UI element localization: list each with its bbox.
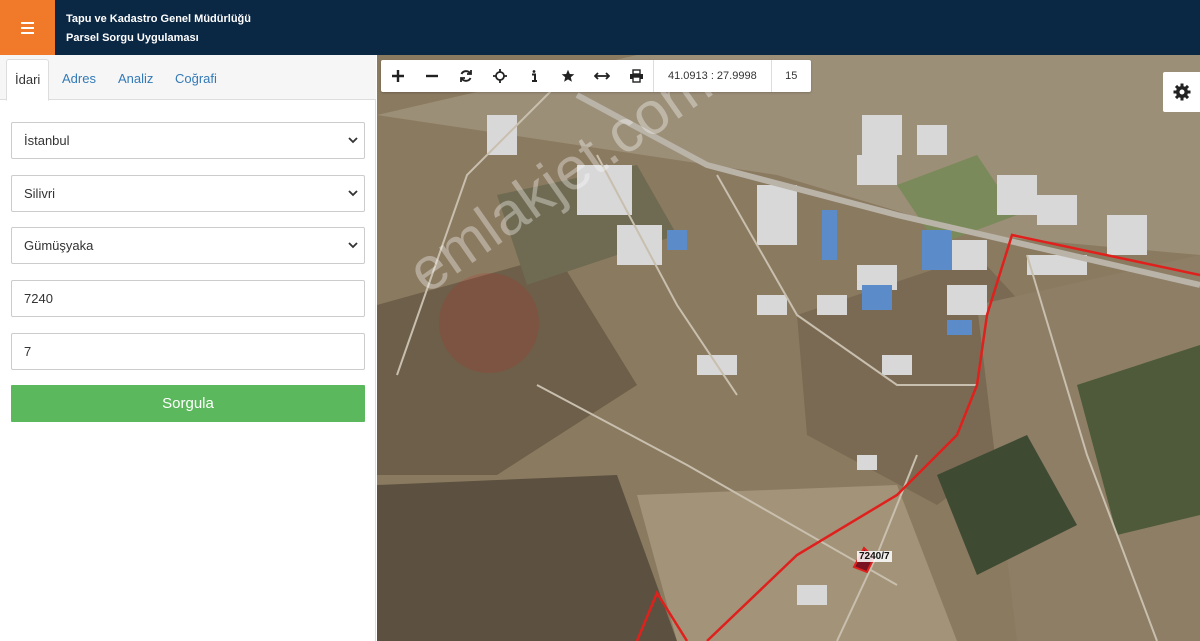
parsel-input-value: 7 xyxy=(24,344,32,359)
hamburger-icon xyxy=(21,21,34,34)
settings-button[interactable] xyxy=(1163,72,1200,112)
zoom-out-button[interactable] xyxy=(415,60,449,92)
minus-icon xyxy=(426,74,438,78)
print-icon xyxy=(629,69,643,83)
map-view[interactable] xyxy=(377,55,1200,641)
tab-cografi[interactable]: Coğrafi xyxy=(175,59,217,100)
refresh-button[interactable] xyxy=(449,60,483,92)
satellite-map xyxy=(377,55,1200,641)
app-title: Tapu ve Kadastro Genel Müdürlüğü Parsel … xyxy=(66,10,251,48)
chevron-down-icon xyxy=(348,242,358,249)
favorite-button[interactable] xyxy=(551,60,585,92)
tab-adres[interactable]: Adres xyxy=(62,59,96,100)
parsel-input[interactable]: 7 xyxy=(11,333,365,370)
ada-input[interactable]: 7240 xyxy=(11,280,365,317)
refresh-icon xyxy=(460,70,472,82)
plus-icon xyxy=(392,70,404,82)
il-select[interactable]: İstanbul xyxy=(11,122,365,159)
query-sidebar: İdari Adres Analiz Coğrafi İstanbul Sili… xyxy=(0,55,376,641)
tab-analiz[interactable]: Analiz xyxy=(118,59,153,100)
measure-icon xyxy=(594,72,610,80)
gear-icon xyxy=(1173,83,1190,101)
mahalle-select[interactable]: Gümüşyaka xyxy=(11,227,365,264)
coordinate-readout: 41.0913 : 27.9998 xyxy=(653,60,771,92)
zoom-level: 15 xyxy=(770,60,811,92)
parcel-label[interactable]: 7240/7 xyxy=(857,551,892,562)
info-icon xyxy=(532,70,537,82)
ilce-select-value: Silivri xyxy=(24,186,56,201)
chevron-down-icon xyxy=(348,137,358,144)
zoom-in-button[interactable] xyxy=(381,60,415,92)
app-title-line2: Parsel Sorgu Uygulaması xyxy=(66,32,199,44)
measure-button[interactable] xyxy=(585,60,619,92)
app-header: Tapu ve Kadastro Genel Müdürlüğü Parsel … xyxy=(0,0,1200,55)
crosshair-icon xyxy=(493,69,507,83)
chevron-down-icon xyxy=(348,190,358,197)
query-tabs: İdari Adres Analiz Coğrafi xyxy=(0,55,376,101)
mahalle-select-value: Gümüşyaka xyxy=(24,238,94,253)
tab-idari[interactable]: İdari xyxy=(6,59,50,101)
map-toolbar: 41.0913 : 27.9998 15 xyxy=(381,60,811,92)
il-select-value: İstanbul xyxy=(24,133,70,148)
star-icon xyxy=(561,69,575,82)
ilce-select[interactable]: Silivri xyxy=(11,175,365,212)
app-title-line1: Tapu ve Kadastro Genel Müdürlüğü xyxy=(66,13,251,25)
menu-button[interactable] xyxy=(0,0,55,55)
print-button[interactable] xyxy=(619,60,653,92)
sorgula-button[interactable]: Sorgula xyxy=(11,385,365,422)
locate-button[interactable] xyxy=(483,60,517,92)
info-button[interactable] xyxy=(517,60,551,92)
ada-input-value: 7240 xyxy=(24,291,53,306)
